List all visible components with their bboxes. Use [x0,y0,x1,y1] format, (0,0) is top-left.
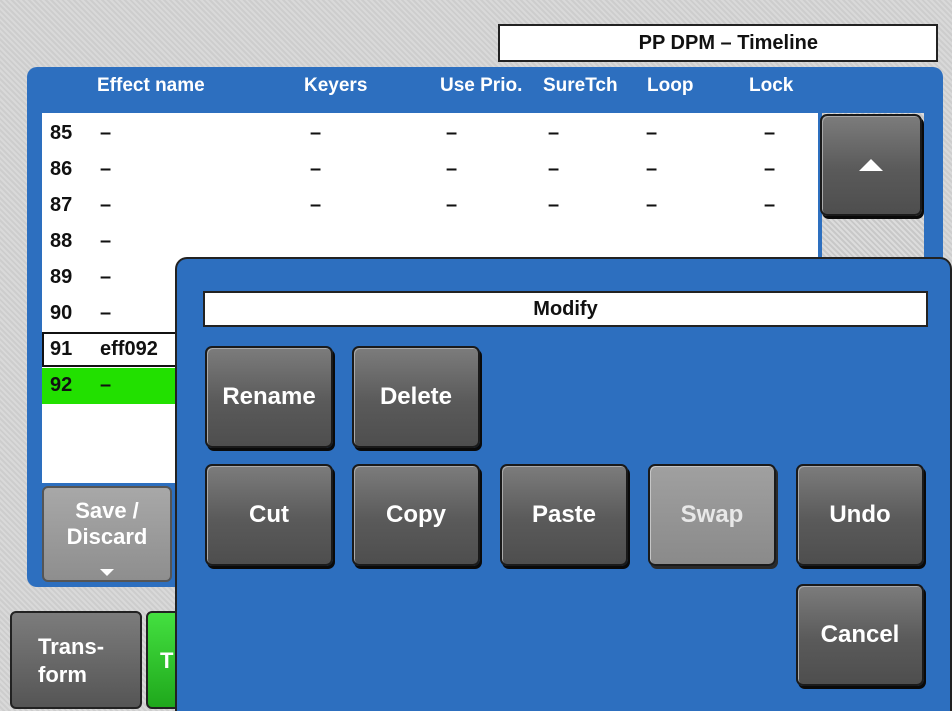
column-header-suretch[interactable]: SureTch [543,75,618,97]
undo-label: Undo [829,501,891,528]
table-row[interactable]: 88 – [42,224,818,259]
row-effect-name: eff092 [100,338,158,360]
row-lock: – [764,194,776,216]
row-effect-name: – [100,374,112,396]
tab-transform-line2: form [38,662,87,687]
rename-button[interactable]: Rename [205,346,333,448]
row-effect-name: – [100,158,112,180]
row-effect-name: – [100,122,112,144]
row-effect-name: – [100,266,112,288]
swap-button[interactable]: Swap [648,464,776,566]
row-lock: – [764,122,776,144]
row-keyers: – [310,194,322,216]
column-header-loop[interactable]: Loop [647,75,693,97]
row-suretch: – [548,194,560,216]
delete-button[interactable]: Delete [352,346,480,448]
copy-label: Copy [386,501,446,528]
swap-label: Swap [680,501,744,528]
page-title-text: PP DPM – Timeline [638,31,818,54]
row-loop: – [646,122,658,144]
arrow-up-icon [859,159,883,171]
cut-button[interactable]: Cut [205,464,333,566]
paste-button[interactable]: Paste [500,464,628,566]
modify-dialog-title: Modify [203,291,928,327]
row-number: 87 [50,194,73,216]
row-number: 85 [50,122,73,144]
row-keyers: – [310,122,322,144]
undo-button[interactable]: Undo [796,464,924,566]
row-suretch: – [548,158,560,180]
row-effect-name: – [100,194,112,216]
cut-label: Cut [249,501,289,528]
cancel-button[interactable]: Cancel [796,584,924,686]
column-header-effect-name[interactable]: Effect name [97,75,205,97]
column-header-lock[interactable]: Lock [749,75,793,97]
tab-transform-line1: Trans- [38,634,105,659]
row-use-prio: – [446,122,458,144]
paste-label: Paste [531,501,597,528]
row-keyers: – [310,158,322,180]
row-number: 91 [50,338,73,360]
column-header-keyers[interactable]: Keyers [304,75,367,97]
modify-dialog-title-text: Modify [533,297,598,320]
row-lock: – [764,158,776,180]
copy-button[interactable]: Copy [352,464,480,566]
row-number: 89 [50,266,73,288]
table-row[interactable]: 85 – – – – – – [42,116,818,151]
row-effect-name: – [100,302,112,324]
row-effect-name: – [100,230,112,252]
row-suretch: – [548,122,560,144]
dropdown-arrow-icon [100,569,114,576]
rename-label: Rename [222,383,316,410]
save-discard-button[interactable]: Save / Discard [42,486,172,582]
row-loop: – [646,158,658,180]
row-number: 92 [50,374,73,396]
row-loop: – [646,194,658,216]
cancel-label: Cancel [820,621,900,648]
save-discard-label-line2: Discard [66,524,148,549]
scroll-up-button[interactable] [820,114,922,216]
save-discard-label-line1: Save / [75,498,139,523]
row-number: 90 [50,302,73,324]
row-use-prio: – [446,194,458,216]
table-row[interactable]: 86 – – – – – – [42,152,818,187]
row-number: 88 [50,230,73,252]
row-use-prio: – [446,158,458,180]
row-number: 86 [50,158,73,180]
delete-label: Delete [379,383,453,410]
table-row[interactable]: 87 – – – – – – [42,188,818,223]
tab-transform[interactable]: Trans- form [10,611,142,709]
page-title: PP DPM – Timeline [498,24,938,62]
tab-next-label: T [160,648,174,673]
column-header-use-prio[interactable]: Use Prio. [440,75,522,97]
